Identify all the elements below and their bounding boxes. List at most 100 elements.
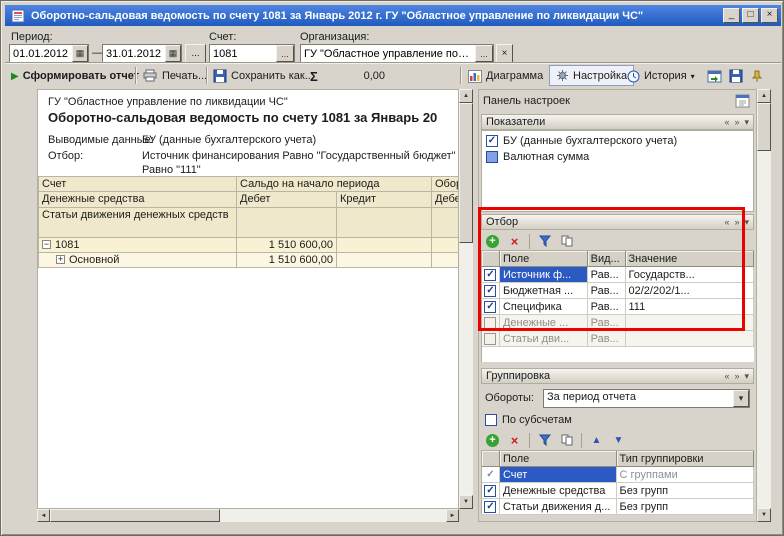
period-picker-button[interactable]: ... [185,44,206,63]
kind-cell[interactable]: Рав... [588,331,626,347]
debit-start-value[interactable]: 1 510 600,00 [237,253,337,268]
column-header-check[interactable] [482,251,500,267]
field-cell[interactable]: Бюджетная ... [500,283,588,299]
minimize-button[interactable]: _ [723,8,740,23]
selection-row-disabled[interactable]: Статьи дви... Рав... [482,331,754,347]
row-checkbox[interactable]: ✓ [484,501,496,513]
grouping-section-header[interactable]: Группировка « » ▾ [481,368,754,384]
grouping-row[interactable]: ✓ Статьи движения д... Без групп [482,499,754,515]
selection-row-disabled[interactable]: Денежные ... Рав... [482,315,754,331]
date-from-input[interactable] [10,45,72,62]
turnover-combo[interactable]: За период отчета ▾ [543,389,750,408]
indicator-item-bu[interactable]: ✓ БУ (данные бухгалтерского учета) [482,133,753,149]
maximize-button[interactable]: □ [742,8,759,23]
copy-button[interactable] [557,232,576,250]
row-checkbox[interactable]: ✓ [484,285,496,297]
autosum-button[interactable]: Σ [308,67,320,85]
field-cell[interactable]: Счет [500,467,617,483]
move-down-button[interactable]: ▼ [609,431,628,449]
checkbox-checked-icon[interactable]: ✓ [486,135,498,147]
chevron-right-icon[interactable]: » [734,117,739,128]
checkbox-unchecked-icon[interactable] [486,151,498,163]
kind-cell[interactable]: Рав... [588,299,626,315]
row-checkbox[interactable] [484,317,496,329]
move-up-button[interactable]: ▲ [587,431,606,449]
collapse-toggle-icon[interactable]: − [42,240,51,249]
selection-section-header[interactable]: Отбор « » ▾ [481,214,754,230]
value-cell[interactable]: 111 [626,299,755,315]
grouping-row[interactable]: ✓ Денежные средства Без групп [482,483,754,499]
selection-row[interactable]: ✓ Бюджетная ... Рав... 02/2/202/1... [482,283,754,299]
chevron-right-icon[interactable]: » [734,217,739,228]
scroll-right-button[interactable]: ► [446,509,459,522]
scroll-down-button[interactable]: ▼ [757,508,771,522]
selection-row[interactable]: ✓ Специфика Рав... 111 [482,299,754,315]
report-row-subaccount[interactable]: +Основной [38,253,237,268]
print-button[interactable]: Печать... [140,67,209,85]
add-row-button[interactable]: + [483,232,502,250]
organization-input[interactable] [301,45,475,62]
row-check-icon[interactable]: ✓ [486,469,494,480]
expand-toggle-icon[interactable]: + [56,255,65,264]
row-checkbox[interactable]: ✓ [484,269,496,281]
chevron-left-icon[interactable]: « [724,371,729,382]
chevron-left-icon[interactable]: « [724,117,729,128]
delete-row-button[interactable]: × [505,232,524,250]
collapse-section-icon[interactable]: ▾ [744,217,749,228]
history-dropdown-button[interactable]: История ▾ [625,67,697,85]
pin-button[interactable] [749,67,765,85]
column-header-check[interactable] [482,451,500,467]
scroll-up-button[interactable]: ▲ [459,89,473,103]
debit-start-value[interactable]: 1 510 600,00 [237,238,337,253]
scrollbar-thumb[interactable] [50,509,220,522]
column-header-grouping-type[interactable]: Тип группировки [617,451,754,467]
organization-picker-button[interactable]: ... [475,45,493,62]
combo-dropdown-icon[interactable]: ▾ [733,390,749,407]
value-cell[interactable]: Государств... [626,267,755,283]
column-header-field[interactable]: Поле [500,451,617,467]
row-checkbox[interactable]: ✓ [484,485,496,497]
indicators-section-header[interactable]: Показатели « » ▾ [481,114,754,130]
delete-row-button[interactable]: × [505,431,524,449]
account-picker-button[interactable]: ... [276,45,294,62]
grouping-type-cell[interactable]: Без групп [617,499,754,515]
save-as-button[interactable]: Сохранить как... [211,67,316,85]
field-cell[interactable]: Источник ф... [500,267,588,283]
kind-cell[interactable]: Рав... [588,267,626,283]
column-header-kind[interactable]: Вид... [588,251,626,267]
grouping-row[interactable]: ✓ Счет С группами [482,467,754,483]
generate-report-button[interactable]: ▶ Сформировать отчет [9,67,141,85]
value-cell[interactable] [626,331,755,347]
scroll-down-button[interactable]: ▼ [459,495,473,509]
value-cell[interactable]: 02/2/202/1... [626,283,755,299]
field-cell[interactable]: Статьи дви... [500,331,588,347]
date-to-input[interactable] [103,45,165,62]
diagram-button[interactable]: Диаграмма [466,67,545,85]
account-input[interactable] [210,45,276,62]
value-cell[interactable] [626,315,755,331]
column-header-value[interactable]: Значение [626,251,755,267]
calendar-icon[interactable]: ▦ [165,45,181,62]
by-subaccounts-checkbox[interactable] [485,414,497,426]
selection-row[interactable]: ✓ Источник ф... Рав... Государств... [482,267,754,283]
by-subaccounts-row[interactable]: По субсчетам [481,412,572,428]
scrollbar-thumb[interactable] [459,103,473,243]
chevron-left-icon[interactable]: « [724,217,729,228]
calendar-icon[interactable]: ▦ [72,45,88,62]
close-button[interactable]: × [761,8,778,23]
field-cell[interactable]: Статьи движения д... [500,499,617,515]
row-checkbox[interactable]: ✓ [484,301,496,313]
kind-cell[interactable]: Рав... [588,315,626,331]
open-window-button[interactable] [705,67,724,85]
copy-button[interactable] [557,431,576,449]
kind-cell[interactable]: Рав... [588,283,626,299]
collapse-section-icon[interactable]: ▾ [744,117,749,128]
grouping-type-cell[interactable]: Без групп [617,483,754,499]
settings-toggle-button[interactable]: Настройка [549,65,634,86]
row-checkbox[interactable] [484,333,496,345]
collapse-section-icon[interactable]: ▾ [744,371,749,382]
column-header-field[interactable]: Поле [500,251,588,267]
field-cell[interactable]: Денежные средства [500,483,617,499]
indicator-item-currency[interactable]: Валютная сумма [482,149,753,165]
save-settings-button[interactable] [727,67,745,85]
